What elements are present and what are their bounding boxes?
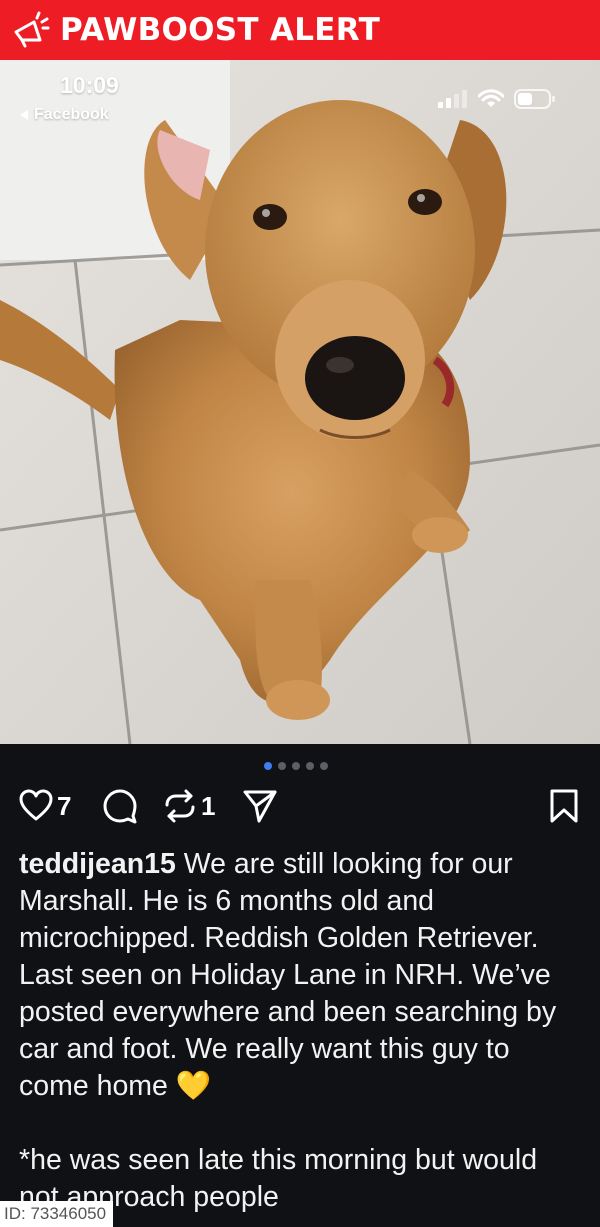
comment-icon bbox=[103, 789, 137, 824]
back-label: Facebook bbox=[34, 106, 109, 123]
post-username[interactable]: teddijean15 bbox=[19, 848, 176, 880]
back-triangle-icon bbox=[20, 110, 28, 120]
status-time: 10:09 bbox=[60, 72, 119, 98]
send-icon bbox=[243, 790, 277, 823]
repost-count: 1 bbox=[201, 790, 216, 821]
post-caption: teddijean15 We are still looking for our… bbox=[19, 846, 584, 1216]
post-id-tag: ID: 73346050 bbox=[0, 1201, 114, 1227]
megaphone-icon bbox=[14, 11, 50, 48]
wifi-icon bbox=[478, 89, 504, 107]
carousel-dot[interactable] bbox=[292, 762, 300, 770]
back-to-facebook-link[interactable]: Facebook bbox=[18, 106, 109, 124]
repost-icon bbox=[165, 789, 195, 823]
share-button[interactable] bbox=[242, 788, 278, 824]
carousel-dot[interactable] bbox=[320, 762, 328, 770]
post-actions: 7 1 bbox=[18, 788, 584, 828]
carousel-indicator bbox=[264, 762, 328, 770]
heart-icon bbox=[19, 789, 53, 821]
banner-title: PAWBOOST ALERT bbox=[60, 12, 381, 48]
carousel-dot[interactable] bbox=[278, 762, 286, 770]
comment-button[interactable] bbox=[102, 788, 138, 824]
repost-button[interactable]: 1 bbox=[162, 788, 215, 824]
like-count: 7 bbox=[57, 790, 72, 821]
dog-photo bbox=[0, 60, 600, 744]
like-button[interactable]: 7 bbox=[18, 788, 71, 824]
battery-icon bbox=[514, 89, 555, 109]
save-button[interactable] bbox=[548, 788, 580, 824]
cellular-signal-icon bbox=[438, 90, 467, 108]
carousel-dot[interactable] bbox=[306, 762, 314, 770]
bookmark-icon bbox=[550, 789, 578, 823]
alert-banner: PAWBOOST ALERT bbox=[0, 0, 600, 60]
post-photo[interactable] bbox=[0, 60, 600, 744]
status-icons bbox=[438, 88, 556, 110]
carousel-dot[interactable] bbox=[264, 762, 272, 770]
caption-main: teddijean15 We are still looking for our… bbox=[19, 846, 584, 1105]
caption-text: We are still looking for our Marshall. H… bbox=[19, 848, 557, 1102]
